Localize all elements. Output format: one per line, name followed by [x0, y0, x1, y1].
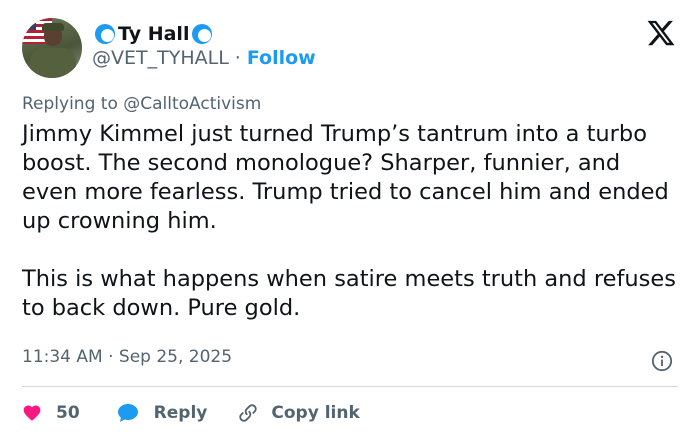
like-count: 50	[56, 403, 80, 423]
display-name-row[interactable]: Ty Hall	[92, 20, 215, 48]
timestamp[interactable]: 11:34 AM · Sep 25, 2025	[22, 347, 232, 367]
reply-label: Reply	[153, 403, 208, 423]
reply-bubble-icon	[117, 404, 138, 422]
wave-emoji-icon	[95, 24, 115, 44]
action-bar: 50 Reply Copy link	[22, 400, 360, 426]
x-logo-icon[interactable]	[646, 18, 676, 48]
copy-link-label: Copy link	[271, 403, 360, 423]
replying-to-mention[interactable]: @CalltoActivism	[123, 94, 261, 114]
display-name[interactable]: Ty Hall	[118, 23, 189, 45]
avatar[interactable]	[22, 18, 82, 78]
replying-to: Replying to @CalltoActivism	[22, 94, 261, 114]
follow-button[interactable]: Follow	[247, 47, 316, 69]
link-icon	[239, 404, 258, 422]
tweet-paragraph: Jimmy Kimmel just turned Trump’s tantrum…	[22, 121, 669, 234]
reply-button[interactable]: Reply	[116, 402, 208, 424]
replying-to-label: Replying to	[22, 94, 118, 114]
like-button[interactable]: 50	[22, 403, 80, 423]
separator-dot: ·	[234, 47, 241, 69]
info-icon[interactable]	[651, 350, 673, 372]
heart-icon	[23, 405, 41, 421]
tweet-text: Jimmy Kimmel just turned Trump’s tantrum…	[22, 120, 682, 352]
wave-emoji-icon	[192, 24, 213, 44]
divider	[22, 386, 678, 387]
tweet-paragraph: This is what happens when satire meets t…	[22, 266, 676, 321]
copy-link-button[interactable]: Copy link	[237, 402, 360, 424]
handle-row: @VET_TYHALL · Follow	[92, 47, 316, 69]
user-handle[interactable]: @VET_TYHALL	[92, 47, 229, 69]
